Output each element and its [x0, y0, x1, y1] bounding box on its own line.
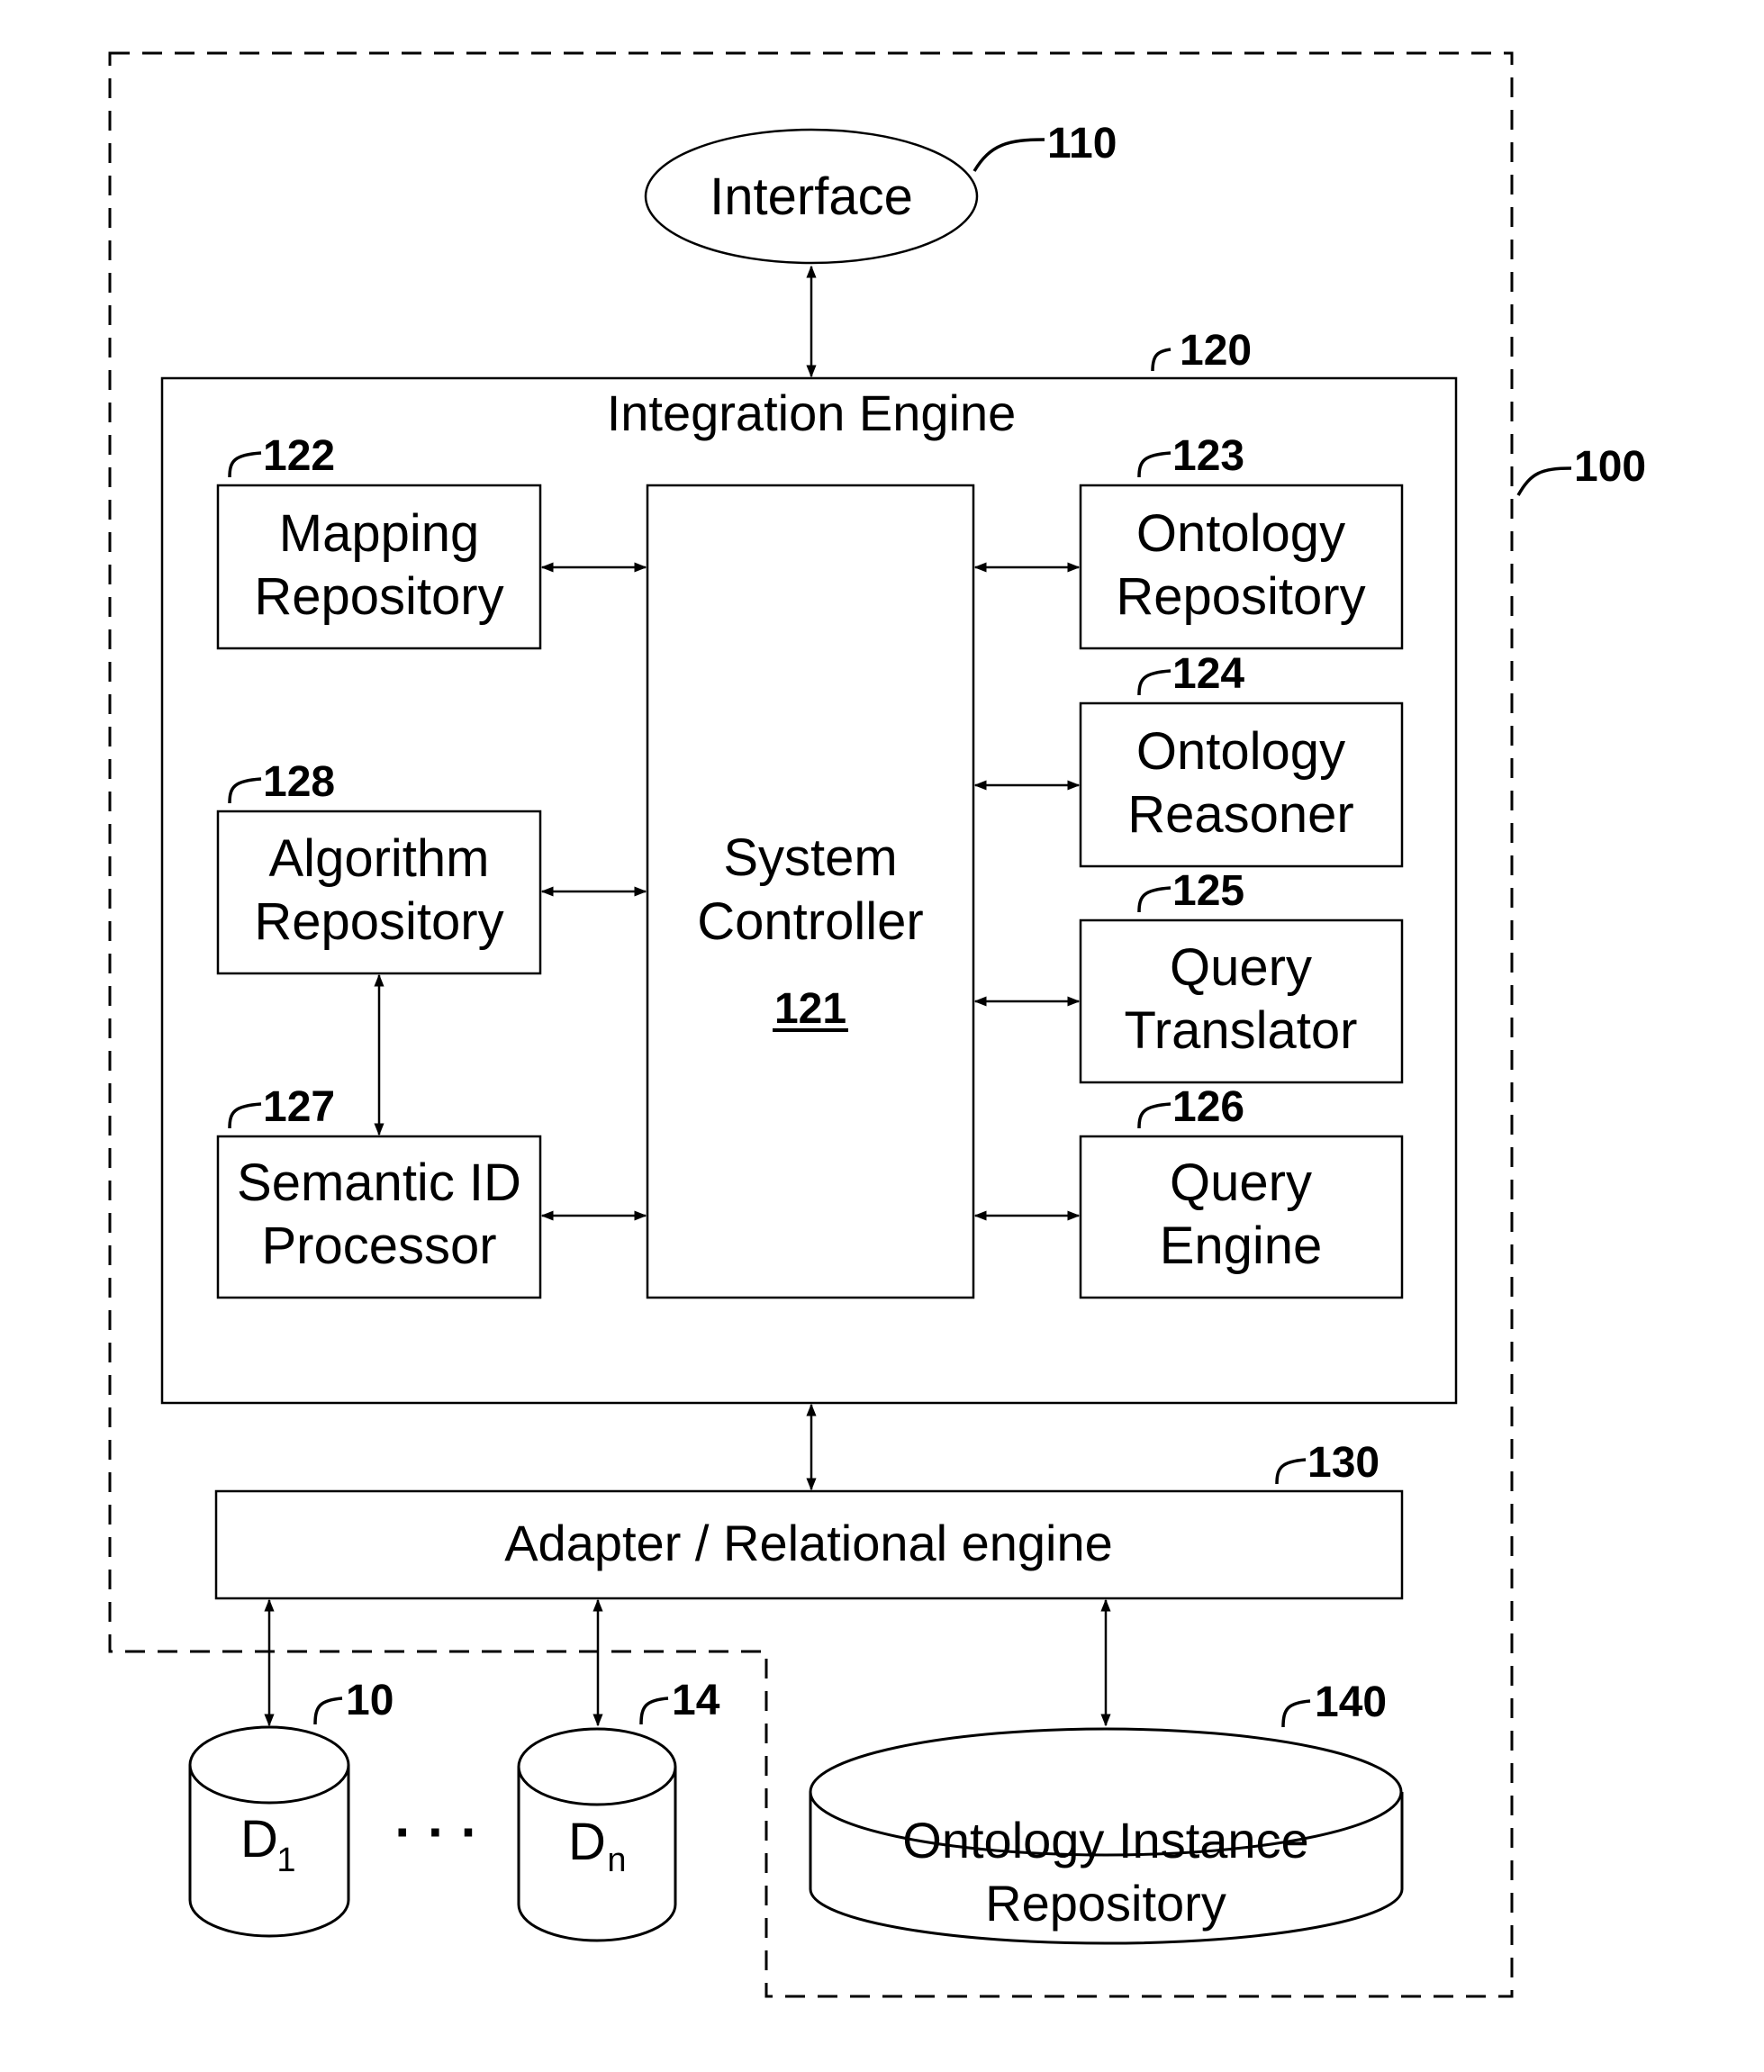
data-source-d1: D 1 10 [188, 1677, 394, 1938]
ontology-instance-line2: Repository [985, 1875, 1226, 1932]
module-line1: Query [1170, 938, 1312, 997]
module-line2: Repository [254, 567, 503, 626]
module-ref: 124 [1172, 650, 1244, 698]
module-line1: Algorithm [269, 829, 490, 888]
interface-ref-leader [972, 138, 1045, 172]
system-controller-line2: Controller [697, 892, 923, 951]
integration-engine-title: Integration Engine [607, 385, 1017, 441]
data-source-subscript: n [607, 1841, 626, 1879]
module-ref: 125 [1172, 867, 1244, 915]
system-diagram: 100 Interface 110 Integration Engine 120… [108, 51, 1646, 1998]
data-source-base: D [568, 1813, 606, 1871]
adapter-label: Adapter / Relational engine [504, 1515, 1113, 1571]
module-line1: Mapping [279, 504, 479, 563]
module-line2: Translator [1125, 1001, 1358, 1060]
engine-ref: 120 [1180, 327, 1252, 375]
system-controller-box [646, 484, 975, 1299]
module-ref: 122 [263, 432, 335, 480]
interface-label: Interface [710, 167, 913, 226]
module-ref: 126 [1172, 1083, 1244, 1131]
module-ref: 123 [1172, 432, 1244, 480]
data-source-base: D [240, 1810, 278, 1868]
module-line2: Processor [261, 1217, 496, 1275]
interface-ref: 110 [1047, 120, 1117, 167]
system-controller-line1: System [723, 828, 897, 887]
ontology-instance-line1: Ontology Instance [902, 1812, 1308, 1868]
data-source-ref: 10 [346, 1677, 394, 1724]
data-source-ellipsis: · · · [394, 1802, 478, 1862]
data-source-ref-leader [313, 1697, 343, 1725]
data-source-subscript: 1 [276, 1841, 295, 1879]
module-ref: 127 [263, 1083, 335, 1131]
ontology-instance-ref-leader [1281, 1699, 1311, 1728]
data-source-ref: 14 [672, 1677, 720, 1724]
module-ref: 128 [263, 758, 335, 806]
module-line2: Repository [254, 892, 503, 951]
module-line2: Engine [1160, 1217, 1323, 1275]
module-line1: Ontology [1136, 722, 1345, 781]
adapter-ref: 130 [1307, 1439, 1380, 1487]
adapter-ref-leader [1275, 1458, 1307, 1485]
module-line1: Query [1170, 1154, 1312, 1212]
module-line2: Repository [1116, 567, 1365, 626]
system-ref-leader [1516, 466, 1572, 496]
ontology-instance-ref: 140 [1315, 1678, 1387, 1726]
engine-ref-leader [1151, 348, 1171, 372]
module-line2: Reasoner [1127, 785, 1353, 844]
data-source-ref-leader [639, 1697, 669, 1725]
system-controller-ref: 121 [774, 985, 846, 1033]
system-ref: 100 [1574, 443, 1646, 491]
module-line1: Ontology [1136, 504, 1345, 563]
module-line1: Semantic ID [237, 1154, 521, 1212]
data-source-dn: D n 14 [517, 1677, 720, 1942]
